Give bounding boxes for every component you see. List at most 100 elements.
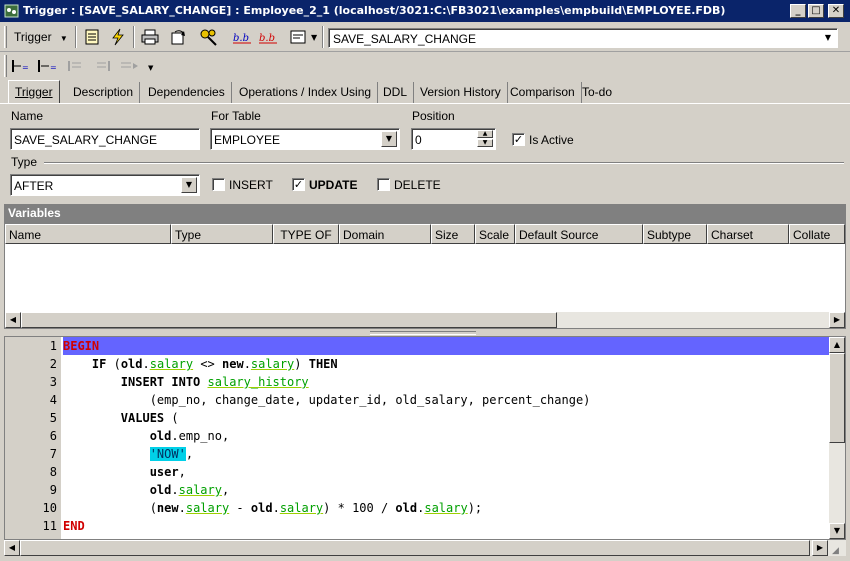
align-right-button[interactable] (90, 55, 114, 77)
align-left-button[interactable] (64, 55, 88, 77)
scrollbar-thumb[interactable] (21, 312, 557, 328)
object-selector-combo[interactable]: SAVE_SALARY_CHANGE ▼ (328, 28, 838, 48)
tab-todo[interactable]: To-do (576, 82, 618, 103)
tab-comparison[interactable]: Comparison (504, 82, 582, 103)
scroll-left-icon[interactable]: ◀ (5, 312, 21, 328)
name-value: SAVE_SALARY_CHANGE (14, 133, 157, 147)
restore-button[interactable]: □ (808, 4, 824, 18)
keys-button[interactable] (197, 26, 221, 48)
code-line[interactable]: user, (63, 463, 829, 481)
column-header-default-source[interactable]: Default Source (515, 224, 643, 244)
title-bar: Trigger : [SAVE_SALARY_CHANGE] : Employe… (0, 0, 850, 22)
tab-operations-index-using[interactable]: Operations / Index Using (233, 82, 379, 103)
toolbar-grip[interactable] (4, 26, 7, 48)
table-icon-button[interactable] (80, 26, 104, 48)
column-header-type[interactable]: Type (171, 224, 273, 244)
scroll-right-icon[interactable]: ▶ (829, 312, 845, 328)
object-type-dropdown[interactable]: Trigger ▼ (14, 30, 74, 44)
format-icon-2: b.b (259, 33, 277, 44)
minimize-icon: _ (795, 5, 801, 16)
tab-description[interactable]: Description (67, 82, 141, 103)
tab-trigger[interactable]: Trigger (8, 80, 60, 104)
update-checkbox[interactable]: ✓ (292, 178, 305, 191)
chevron-down-icon[interactable]: ▼ (311, 33, 317, 42)
chevron-down-icon[interactable]: ▼ (148, 64, 153, 72)
tab-ddl[interactable]: DDL (377, 82, 415, 103)
print-button[interactable] (138, 26, 162, 48)
code-line[interactable]: INSERT INTO salary_history (63, 373, 829, 391)
spin-up-icon[interactable]: ▲ (477, 130, 493, 138)
indent-left-button[interactable]: = (10, 55, 34, 77)
toolbar-grip[interactable] (4, 55, 7, 77)
spin-down-icon[interactable]: ▼ (477, 139, 493, 147)
tab-version-history[interactable]: Version History (414, 82, 508, 103)
is-active-checkbox[interactable]: ✓ (512, 133, 525, 146)
chevron-down-icon[interactable]: ▼ (181, 177, 197, 193)
position-value: 0 (415, 133, 422, 147)
secondary-toolbar: = = ▼ (0, 52, 850, 80)
editor-horizontal-scrollbar[interactable]: ◀ ▶ (4, 540, 846, 556)
column-header-type-of[interactable]: TYPE OF (273, 224, 339, 244)
tab-dependencies[interactable]: Dependencies (142, 82, 232, 103)
sql-icon (290, 30, 306, 44)
column-header-collate[interactable]: Collate (789, 224, 845, 244)
delete-label: DELETE (394, 178, 441, 192)
scroll-up-icon[interactable]: ▲ (829, 337, 845, 353)
toolbar-separator (75, 26, 77, 48)
code-line[interactable]: (emp_no, change_date, updater_id, old_sa… (63, 391, 829, 409)
format-button-2[interactable]: b.b (256, 26, 280, 48)
close-button[interactable]: ✕ (828, 4, 844, 18)
scroll-down-icon[interactable]: ▼ (829, 523, 845, 539)
scroll-right-icon[interactable]: ▶ (812, 540, 828, 556)
check-icon: ✓ (293, 178, 304, 191)
resize-grip-icon[interactable]: ◢ (832, 546, 839, 556)
for-table-select[interactable]: EMPLOYEE ▼ (210, 128, 400, 150)
delete-checkbox[interactable] (377, 178, 390, 191)
code-line[interactable]: old.emp_no, (63, 427, 829, 445)
chevron-down-icon[interactable]: ▼ (821, 31, 835, 45)
code-editor[interactable]: 1 2 3 4 5 6 7 8 9 10 11 BEGIN IF (old.sa… (4, 336, 846, 540)
code-line[interactable]: 'NOW', (63, 445, 829, 463)
code-line[interactable]: old.salary, (63, 481, 829, 499)
editor-vertical-scrollbar[interactable]: ▲ ▼ (829, 337, 845, 539)
column-header-charset[interactable]: Charset (707, 224, 789, 244)
scrollbar-thumb[interactable] (20, 540, 810, 556)
column-header-size[interactable]: Size (431, 224, 475, 244)
compile-button[interactable] (106, 26, 130, 48)
minimize-button[interactable]: _ (790, 4, 806, 18)
code-line[interactable]: VALUES ( (63, 409, 829, 427)
line-number: 1 (49, 339, 57, 353)
column-header-scale[interactable]: Scale (475, 224, 515, 244)
insert-label: INSERT (229, 178, 273, 192)
tab-divider (0, 103, 850, 104)
indent-right-button[interactable]: = (36, 55, 60, 77)
code-line[interactable]: (new.salary - old.salary) * 100 / old.sa… (63, 499, 829, 517)
code-line[interactable]: END (63, 517, 829, 535)
scrollbar-thumb[interactable] (829, 353, 845, 443)
name-field[interactable]: SAVE_SALARY_CHANGE (10, 128, 200, 150)
column-header-subtype[interactable]: Subtype (643, 224, 707, 244)
line-number: 10 (42, 501, 57, 515)
position-stepper[interactable]: 0 ▲ ▼ (411, 128, 496, 150)
column-header-name[interactable]: Name (5, 224, 171, 244)
sql-button[interactable] (286, 26, 310, 48)
type-label: Type (11, 155, 38, 169)
variables-grid[interactable]: Name Type TYPE OF Domain Size Scale Defa… (4, 223, 846, 329)
splitter-handle[interactable] (370, 331, 476, 335)
column-header-domain[interactable]: Domain (339, 224, 431, 244)
scroll-left-icon[interactable]: ◀ (4, 540, 20, 556)
insert-checkbox[interactable] (212, 178, 225, 191)
table-icon (85, 29, 99, 45)
position-label: Position (412, 109, 455, 123)
code-line[interactable]: BEGIN (63, 337, 829, 355)
variables-horizontal-scrollbar[interactable]: ◀ ▶ (5, 312, 845, 328)
type-select[interactable]: AFTER ▼ (10, 174, 200, 196)
format-button-1[interactable]: b.b (230, 26, 254, 48)
for-table-value: EMPLOYEE (214, 133, 281, 147)
lightning-icon (112, 28, 124, 46)
chevron-down-icon[interactable]: ▼ (381, 131, 397, 147)
more-button[interactable] (118, 55, 142, 77)
horizontal-scroll-track[interactable]: ◀ ▶ (4, 540, 846, 556)
code-line[interactable]: IF (old.salary <> new.salary) THEN (63, 355, 829, 373)
refresh-button[interactable] (166, 26, 190, 48)
